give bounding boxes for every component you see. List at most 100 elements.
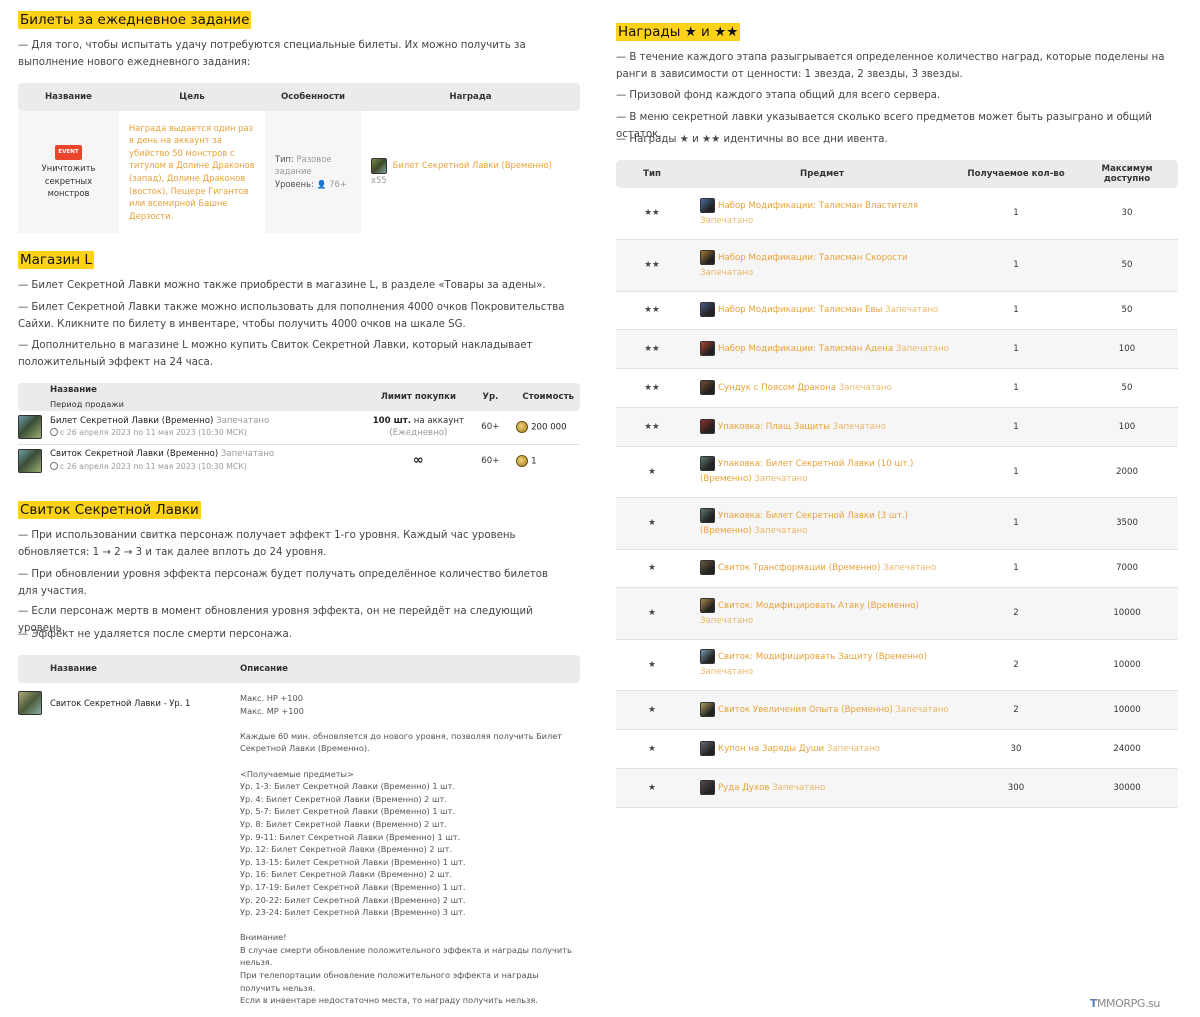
reward-item-link[interactable]: Руда Духов [718,783,769,793]
reward-item-link[interactable]: Набор Модификации: Талисман Скорости [718,253,908,263]
rewards-table-body: ★★ Набор Модификации: Талисман Властителя… [616,188,1178,808]
col-header-reward: Награда [361,83,580,111]
sealed-label: Запечатано [895,704,949,715]
reward-item-link[interactable]: Сундук с Поясом Дракона [718,383,836,393]
reward-qty: 1 [956,407,1076,447]
sealed-label: Запечатано [754,474,808,484]
reward-item-link[interactable]: Свиток Увеличения Опыта (Временно) [718,705,893,715]
col-header-level: Ур. [464,383,517,411]
rewards-section-heading: Награды ★ и ★★ [616,21,741,41]
sealed-label: Запечатано [883,563,937,573]
item-icon [700,249,715,265]
reward-qty: x55 [371,174,387,185]
item-icon [700,302,715,317]
reward-max: 10000 [1076,639,1178,691]
reward-item-link[interactable]: Набор Модификации: Талисман Властителя [718,201,918,211]
reward-max: 50 [1076,368,1178,408]
reward-max: 100 [1076,407,1178,447]
item-icon [700,418,715,434]
item-icon [700,560,715,575]
daily-reward-cell: Билет Секретной Лавки (Временно) x55 [361,111,580,233]
table-row: ★★ Набор Модификации: Талисман Евы Запеча… [616,291,1178,330]
reward-item-cell: Свиток Трансформации (Временно) Запечата… [688,549,956,588]
daily-name-cell: EVENT Уничтожить секретных монстров [18,111,119,233]
reward-item-cell: Упаковка: Плащ Защиты Запечатано [688,407,956,447]
table-row: ★ Свиток Трансформации (Временно) Запечат… [616,549,1178,588]
scroll-title: Свиток Секретной Лавки [18,501,201,519]
reward-item-link[interactable]: Купон на Заряды Души [718,744,824,754]
reward-item-link[interactable]: Свиток: Модифицировать Атаку (Временно) [718,601,919,611]
shop-item-name[interactable]: Билет Секретной Лавки (Временно) [50,416,213,426]
item-icon [700,597,715,613]
reward-item-link[interactable]: Набор Модификации: Талисман Евы [718,305,882,315]
shop-title: Магазин L [18,251,94,269]
reward-item-cell: Набор Модификации: Талисман Властителя За… [688,188,956,240]
table-row: ★ Свиток: Модифицировать Защиту (Временно… [616,639,1178,691]
description-line: Ур. 12: Билет Секретной Лавки (Временно)… [240,844,453,855]
reward-item-link[interactable]: Свиток: Модифицировать Защиту (Временно) [718,652,927,662]
sealed-label: Запечатано [826,743,881,754]
reward-item-link[interactable]: Упаковка: Билет Секретной Лавки (3 шт.) [718,511,908,521]
reward-qty: 1 [956,368,1076,408]
reward-type: ★ [616,446,688,498]
level-label: Уровень: [275,178,314,189]
reward-item-cell: Набор Модификации: Талисман Скорости Запе… [688,239,956,292]
item-icon [700,649,715,664]
reward-max: 30 [1076,188,1178,240]
col-header-features: Особенности [265,83,361,111]
reward-max: 3500 [1076,497,1178,550]
ticket-icon [18,415,42,440]
reward-item-link[interactable]: Билет Секретной Лавки (Временно) [393,160,552,170]
reward-qty: 1 [956,497,1076,550]
sealed-label: Запечатано [895,343,950,354]
sealed-label: Запечатано [885,305,939,315]
item-icon [700,197,715,213]
reward-max: 50 [1076,291,1178,330]
adena-coin-icon [516,421,529,434]
shop-level: 60+ [481,455,500,466]
daily-goal-text: Награда выдается один раз в день на акка… [129,122,255,221]
reward-item-link-cont[interactable]: (Временно) [700,474,752,484]
type-label: Тип: [275,153,294,164]
scroll-paragraph-1: — При использовании свитка персонаж полу… [18,530,516,558]
reward-item-cell: Свиток: Модифицировать Защиту (Временно)… [688,639,956,691]
description-line: Ур. 23-24: Билет Секретной Лавки (Времен… [240,907,466,918]
reward-type: ★ [616,729,688,769]
reward-item-cell: Упаковка: Билет Секретной Лавки (3 шт.) (… [688,497,956,550]
scroll-paragraph-4: — Эффект не удаляется после смерти персо… [18,629,292,640]
col-header-item-name: Название [50,385,98,395]
reward-type: ★★ [616,329,688,369]
shop-table: Название Период продажи Лимит покупки Ур… [18,383,580,477]
watermark: TMMORPG.su [1090,997,1161,1010]
reward-max: 10000 [1076,587,1178,640]
reward-item-link[interactable]: Свиток Трансформации (Временно) [718,563,880,573]
item-icon [700,456,715,471]
reward-qty: 1 [956,188,1076,240]
reward-qty: 1 [956,549,1076,588]
user-icon: 👤 [316,179,327,189]
reward-type: ★ [616,587,688,640]
reward-max: 24000 [1076,729,1178,769]
scroll-name: Свиток Секретной Лавки - Ур. 1 [50,697,191,708]
reward-item-link[interactable]: Упаковка: Билет Секретной Лавки (10 шт.) [718,459,913,469]
shop-paragraph-3: — Дополнительно в магазине L можно купит… [18,340,533,368]
reward-item-link[interactable]: Набор Модификации: Талисман Адена [718,344,893,354]
level-value: 76+ [329,178,347,189]
coin-icon [516,454,529,467]
reward-type: ★★ [616,291,688,330]
table-row: ★★ Набор Модификации: Талисман Скорости За… [616,239,1178,292]
reward-item-link-cont[interactable]: (Временно) [700,526,752,536]
item-icon [700,779,715,795]
reward-item-cell: Сундук с Поясом Дракона Запечатано [688,368,956,408]
shop-item-name[interactable]: Свиток Секретной Лавки (Временно) [50,449,218,459]
reward-type: ★★ [616,239,688,292]
description-line: При телепортации обновление положительно… [240,970,539,993]
daily-section-heading: Билеты за ежедневное задание [18,9,252,29]
sealed-label: Запечатано [216,415,270,426]
description-line: Ур. 5-7: Билет Секретной Лавки (Временно… [240,806,456,817]
col-header-qty: Получаемое кол-во [956,160,1076,188]
reward-max: 2000 [1076,446,1178,498]
description-line: Ур. 8: Билет Секретной Лавки (Временно) … [240,818,447,829]
reward-item-link[interactable]: Упаковка: Плащ Защиты [718,422,830,432]
reward-item-cell: Купон на Заряды Души Запечатано [688,729,956,769]
